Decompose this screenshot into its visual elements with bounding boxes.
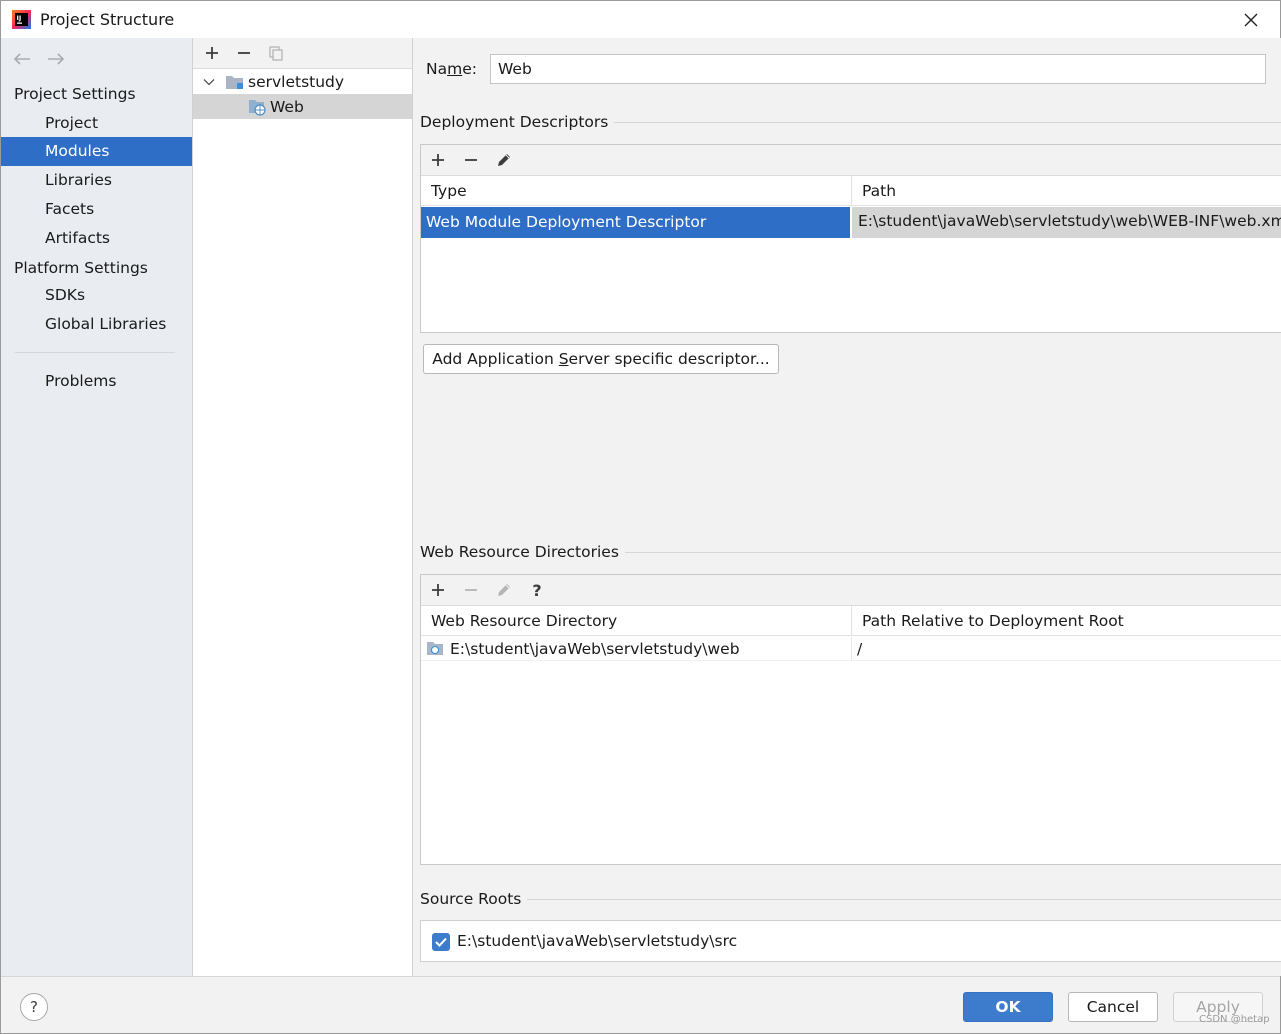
question-icon: ? <box>30 998 38 1016</box>
project-structure-dialog: IJ Project Structure Project Settings Pr… <box>0 0 1281 1034</box>
tree-node-label: Web <box>270 97 304 116</box>
copy-icon <box>269 46 283 61</box>
minus-icon <box>465 159 477 161</box>
web-resource-directories-table: ? Web Resource Directory Path Relative t… <box>420 574 1281 865</box>
plus-icon <box>206 47 218 59</box>
deployment-descriptors-table: Type Path Web Module Deployment Descript… <box>420 144 1281 333</box>
button-text: erver specific descriptor... <box>568 350 770 368</box>
name-label-mnemonic: m <box>447 60 463 78</box>
section-divider <box>603 122 1281 123</box>
sidebar-item-global-libraries[interactable]: Global Libraries <box>1 310 192 339</box>
web-folder-icon <box>427 642 443 655</box>
sidebar-item-libraries[interactable]: Libraries <box>1 166 192 195</box>
descriptor-path-cell: E:\student\javaWeb\servletstudy\web\WEB-… <box>852 207 1281 238</box>
add-descriptor-button[interactable] <box>428 150 448 170</box>
module-tree-panel: servletstudy Web <box>193 38 413 976</box>
source-roots-list: E:\student\javaWeb\servletstudy\src <box>420 920 1281 962</box>
sidebar-divider <box>15 352 175 353</box>
name-field[interactable]: Web <box>490 54 1266 84</box>
resources-table-header: Web Resource Directory Path Relative to … <box>421 606 1281 636</box>
column-header-type[interactable]: Type <box>421 176 851 206</box>
sidebar-item-project[interactable]: Project <box>1 109 192 138</box>
platform-settings-header: Platform Settings <box>14 259 148 277</box>
minus-icon <box>465 589 477 591</box>
facet-settings-panel: Name: Web Deployment Descriptors Type Pa… <box>413 38 1281 976</box>
help-resource-button[interactable]: ? <box>527 580 547 600</box>
name-label-text: Na <box>426 60 448 78</box>
pencil-icon <box>498 154 510 166</box>
plus-icon <box>432 154 444 166</box>
remove-resource-button[interactable] <box>461 580 481 600</box>
pencil-icon <box>498 584 510 596</box>
relative-path-cell: / <box>851 637 1281 661</box>
add-server-descriptor-button[interactable]: Add Application Server specific descript… <box>423 344 779 374</box>
help-button[interactable]: ? <box>20 993 48 1021</box>
column-header-relative-path[interactable]: Path Relative to Deployment Root <box>851 606 1281 636</box>
tree-toolbar <box>193 38 412 69</box>
sidebar-item-sdks[interactable]: SDKs <box>1 281 192 310</box>
tree-node-web[interactable]: Web <box>193 94 412 119</box>
navigation-arrows <box>11 48 67 70</box>
question-icon: ? <box>532 580 542 600</box>
window-title: Project Structure <box>40 10 175 29</box>
remove-descriptor-button[interactable] <box>461 150 481 170</box>
add-resource-button[interactable] <box>428 580 448 600</box>
web-facet-icon <box>249 99 266 116</box>
chevron-down-icon <box>203 78 215 85</box>
dialog-button-bar: ? OK Cancel Apply <box>1 976 1280 1033</box>
svg-text:IJ: IJ <box>17 14 22 22</box>
button-mnemonic: S <box>558 350 569 368</box>
column-header-path[interactable]: Path <box>851 176 1281 206</box>
settings-sidebar: Project Settings Project Modules Librari… <box>1 38 193 976</box>
descriptors-toolbar <box>421 145 1281 176</box>
module-folder-icon <box>226 75 243 89</box>
tree-node-servletstudy[interactable]: servletstudy <box>193 69 412 94</box>
ok-button[interactable]: OK <box>963 992 1053 1022</box>
title-bar: IJ Project Structure <box>1 1 1280 38</box>
source-roots-title: Source Roots <box>420 890 528 908</box>
intellij-app-icon: IJ <box>12 10 31 29</box>
name-label-text: e: <box>462 60 477 78</box>
plus-icon <box>432 584 444 596</box>
web-resource-directories-title: Web Resource Directories <box>420 543 625 561</box>
column-header-web-resource-directory[interactable]: Web Resource Directory <box>421 606 851 636</box>
edit-resource-button[interactable] <box>494 580 514 600</box>
project-settings-header: Project Settings <box>14 85 136 103</box>
table-row[interactable]: E:\student\javaWeb\servletstudy\web / <box>421 637 1281 661</box>
sidebar-item-modules[interactable]: Modules <box>1 137 192 166</box>
minus-icon <box>238 52 250 54</box>
sidebar-item-problems[interactable]: Problems <box>1 367 192 396</box>
descriptor-type-cell: Web Module Deployment Descriptor <box>421 207 850 238</box>
close-button[interactable] <box>1233 5 1269 35</box>
remove-module-button[interactable] <box>234 43 254 63</box>
close-icon <box>1244 13 1258 27</box>
copy-module-button[interactable] <box>266 43 286 63</box>
edit-descriptor-button[interactable] <box>494 150 514 170</box>
tree-node-label: servletstudy <box>248 72 345 91</box>
checkmark-icon <box>435 937 447 947</box>
section-divider <box>523 899 1281 900</box>
arrow-right-icon <box>48 53 65 65</box>
arrow-left-icon <box>13 53 30 65</box>
forward-button[interactable] <box>45 48 67 70</box>
add-module-button[interactable] <box>202 43 222 63</box>
deployment-descriptors-title: Deployment Descriptors <box>420 113 615 131</box>
sidebar-item-artifacts[interactable]: Artifacts <box>1 224 192 253</box>
source-root-checkbox[interactable] <box>432 933 450 951</box>
resources-toolbar: ? <box>421 575 1281 606</box>
resource-directory-cell: E:\student\javaWeb\servletstudy\web <box>450 640 740 658</box>
descriptors-table-header: Type Path <box>421 176 1281 206</box>
cancel-button[interactable]: Cancel <box>1068 992 1158 1022</box>
name-label: Name: <box>426 60 477 78</box>
button-text: Add Application <box>432 350 559 368</box>
table-row[interactable]: Web Module Deployment Descriptor E:\stud… <box>421 207 1281 238</box>
source-root-path: E:\student\javaWeb\servletstudy\src <box>457 932 738 950</box>
sidebar-item-facets[interactable]: Facets <box>1 195 192 224</box>
back-button[interactable] <box>11 48 33 70</box>
watermark: CSDN @hetap <box>1199 1014 1270 1025</box>
section-divider <box>623 552 1281 553</box>
